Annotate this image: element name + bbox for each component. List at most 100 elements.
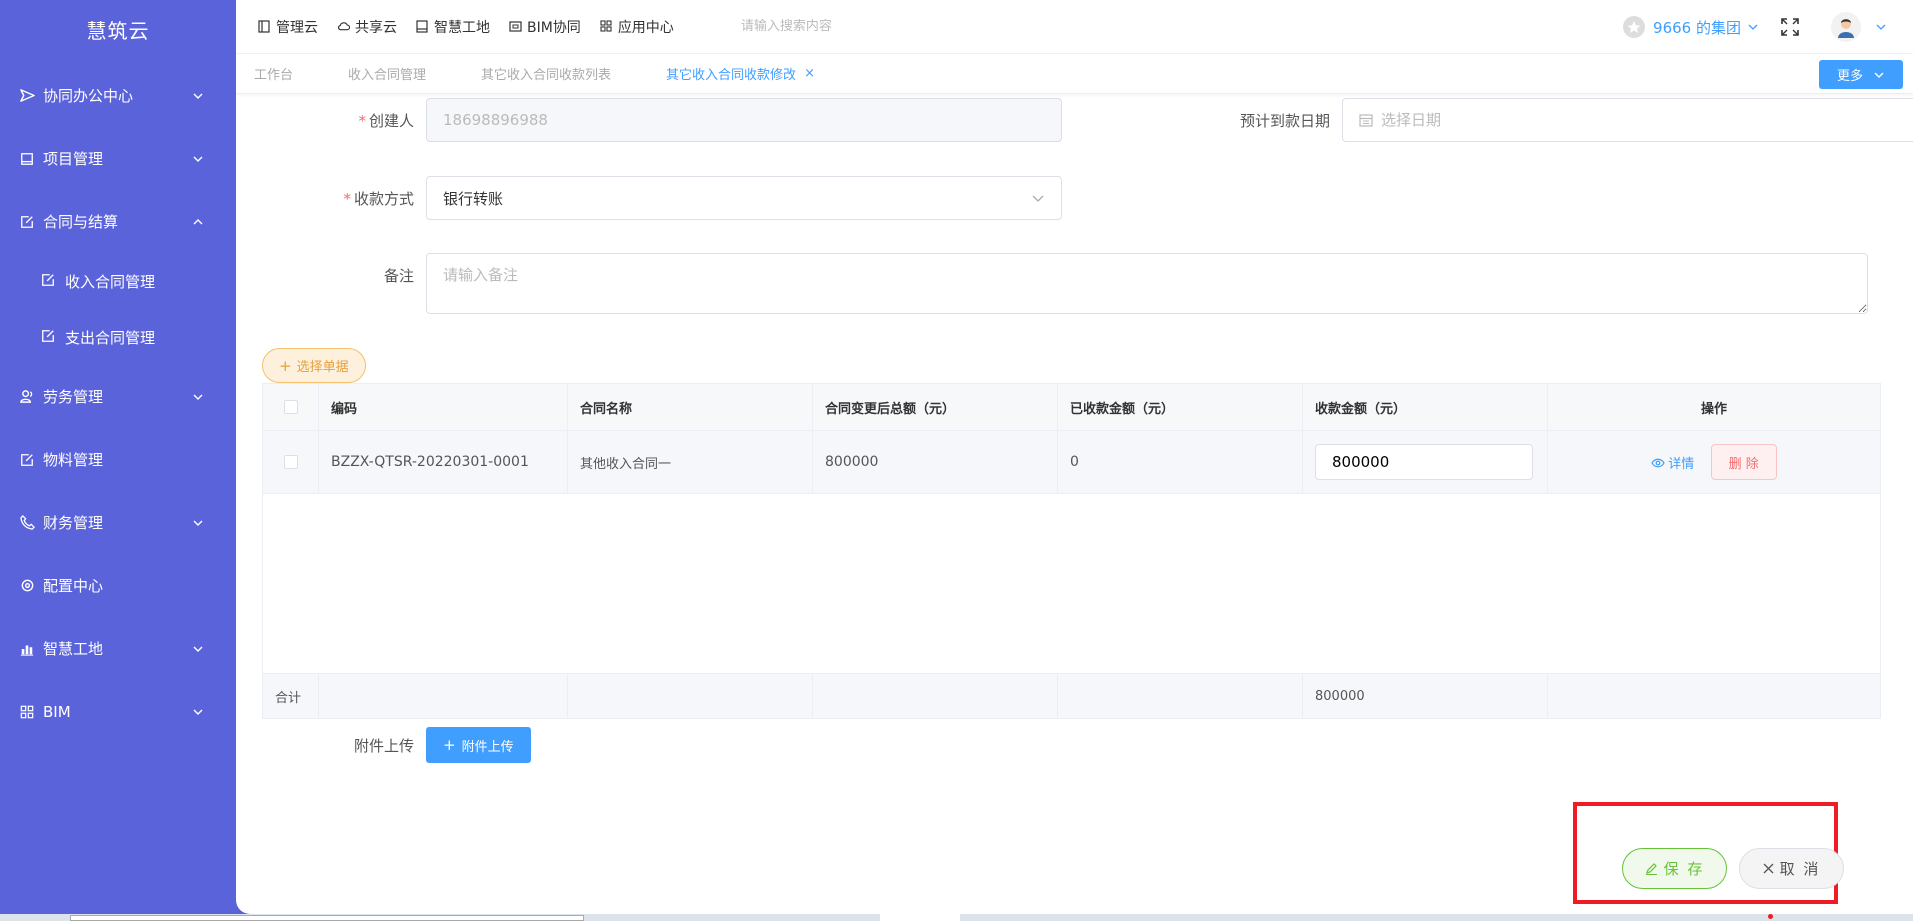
select-all-checkbox[interactable] — [283, 400, 298, 414]
top-link-bim[interactable]: BIM协同 — [509, 17, 581, 37]
sidebar-item-contract[interactable]: 合同与结算 — [0, 190, 236, 253]
top-link-management-cloud[interactable]: 管理云 — [258, 17, 318, 37]
more-button[interactable]: 更多 — [1819, 60, 1903, 89]
close-icon[interactable]: × — [804, 66, 815, 81]
creator-value: 18698896988 — [443, 111, 548, 129]
sidebar-item-labor[interactable]: 劳务管理 — [0, 365, 236, 428]
sidebar-item-label: 配置中心 — [43, 577, 104, 595]
sidebar-item-project[interactable]: 项目管理 — [0, 127, 236, 190]
taskbar-segment — [70, 915, 584, 921]
upload-button-label: 附件上传 — [461, 739, 514, 755]
delete-button[interactable]: 删 除 — [1710, 444, 1777, 480]
cell-contract-name: 其他收入合同一 — [567, 430, 813, 494]
tab-workbench[interactable]: 工作台 — [254, 64, 293, 83]
send-icon — [18, 87, 36, 105]
row-select-cell — [262, 430, 319, 494]
header-contract-name: 合同名称 — [567, 383, 813, 431]
chevron-down-icon — [1876, 24, 1886, 30]
sidebar-item-label: 财务管理 — [43, 514, 104, 532]
chevron-down-icon — [193, 646, 203, 652]
group-switcher[interactable]: 9666 的集团 — [1623, 16, 1759, 38]
sidebar-item-material[interactable]: 物料管理 — [0, 428, 236, 491]
top-bar: 管理云 共享云 智慧工地 BIM协同 应用中心 9666 的集团 — [236, 0, 1913, 54]
sidebar-item-finance[interactable]: 财务管理 — [0, 491, 236, 554]
cursor-marker — [1768, 914, 1773, 919]
attachment-upload-button[interactable]: + 附件上传 — [426, 727, 531, 763]
required-mark: * — [343, 189, 351, 208]
book-icon — [258, 20, 271, 33]
expected-date-picker[interactable] — [1342, 98, 1913, 142]
grid-icon — [18, 703, 36, 721]
payment-method-select[interactable]: 银行转账 — [426, 176, 1062, 220]
sidebar-subitem-label: 收入合同管理 — [65, 272, 156, 291]
top-link-app-center[interactable]: 应用中心 — [600, 17, 674, 37]
sidebar-item-label: 物料管理 — [43, 451, 104, 469]
sidebar-item-collab-office[interactable]: 协同办公中心 — [0, 64, 236, 127]
tab-label: 工作台 — [254, 68, 294, 83]
sidebar-subitem-income-contract[interactable]: 收入合同管理 — [0, 253, 236, 309]
table-empty-area — [262, 493, 1881, 674]
group-name: 9666 的集团 — [1653, 18, 1741, 37]
top-link-label: 应用中心 — [617, 19, 674, 36]
user-menu[interactable] — [1831, 12, 1887, 42]
top-link-share-cloud[interactable]: 共享云 — [337, 17, 397, 37]
tab-other-income-edit[interactable]: 其它收入合同收款修改 × — [666, 64, 815, 83]
avatar — [1831, 12, 1861, 42]
save-button-label: 保 存 — [1663, 860, 1705, 878]
row-checkbox[interactable] — [283, 455, 298, 469]
sidebar-item-config[interactable]: 配置中心 — [0, 554, 236, 617]
plus-icon: + — [443, 736, 456, 754]
required-mark: * — [358, 111, 366, 130]
sum-cell-empty — [812, 673, 1058, 719]
sidebar-item-smart-site[interactable]: 智慧工地 — [0, 617, 236, 680]
tab-label: 其它收入合同收款列表 — [481, 68, 612, 83]
chevron-down-icon — [1874, 72, 1884, 78]
bar-chart-icon — [18, 640, 36, 658]
sidebar-item-label: BIM — [43, 702, 71, 721]
grid-icon — [600, 20, 613, 33]
sidebar-item-label: 智慧工地 — [43, 640, 104, 658]
amount-input[interactable] — [1315, 444, 1533, 480]
form-content: *创建人 18698896988 预计到款日期 *收款方式 银行转账 备注 + … — [236, 95, 1913, 914]
remark-textarea[interactable] — [426, 253, 1868, 314]
save-button[interactable]: 保 存 — [1622, 848, 1727, 889]
select-bill-label: 选择单据 — [296, 360, 349, 375]
taskbar-segment — [880, 914, 960, 921]
expected-date-label: 预计到款日期 — [1239, 111, 1330, 130]
tab-other-income-list[interactable]: 其它收入合同收款列表 — [481, 64, 611, 83]
top-link-label: 管理云 — [276, 19, 318, 36]
edit-icon — [1645, 863, 1657, 875]
cancel-button-label: 取 消 — [1779, 860, 1821, 878]
eye-icon — [1651, 458, 1665, 467]
close-icon — [1763, 863, 1774, 874]
gear-icon — [18, 577, 36, 595]
global-search-input[interactable] — [740, 19, 1061, 34]
empty-cell — [262, 493, 1881, 674]
main-panel: 管理云 共享云 智慧工地 BIM协同 应用中心 9666 的集团 — [236, 0, 1913, 914]
top-link-smart-site[interactable]: 智慧工地 — [416, 17, 490, 37]
sidebar-item-bim[interactable]: BIM — [0, 680, 236, 743]
fullscreen-icon[interactable] — [1781, 18, 1799, 36]
tab-income-contract[interactable]: 收入合同管理 — [348, 64, 426, 83]
sidebar-subitem-expense-contract[interactable]: 支出合同管理 — [0, 309, 236, 365]
expected-date-input[interactable] — [1381, 111, 1913, 129]
remark-row: 备注 — [236, 253, 1868, 314]
chevron-down-icon — [193, 93, 203, 99]
more-button-label: 更多 — [1836, 69, 1863, 84]
book-icon — [416, 20, 429, 33]
cancel-button[interactable]: 取 消 — [1739, 848, 1844, 889]
calendar-icon — [1359, 114, 1373, 127]
creator-label: * 创建人 — [236, 110, 426, 131]
detail-link[interactable]: 详情 — [1651, 453, 1694, 472]
payment-method-value: 银行转账 — [443, 189, 504, 208]
users-icon — [18, 388, 36, 406]
chevron-up-icon — [193, 218, 203, 224]
select-bill-button[interactable]: + 选择单据 — [262, 348, 366, 383]
sidebar-item-label: 劳务管理 — [43, 388, 104, 406]
edit-doc-icon — [18, 213, 36, 231]
cell-code: BZZX-QTSR-20220301-0001 — [318, 430, 568, 494]
cell-total: 800000 — [812, 430, 1058, 494]
edit-doc-icon — [41, 273, 57, 289]
attachment-label: 附件上传 — [353, 736, 414, 755]
creator-row: * 创建人 18698896988 — [236, 98, 1062, 142]
